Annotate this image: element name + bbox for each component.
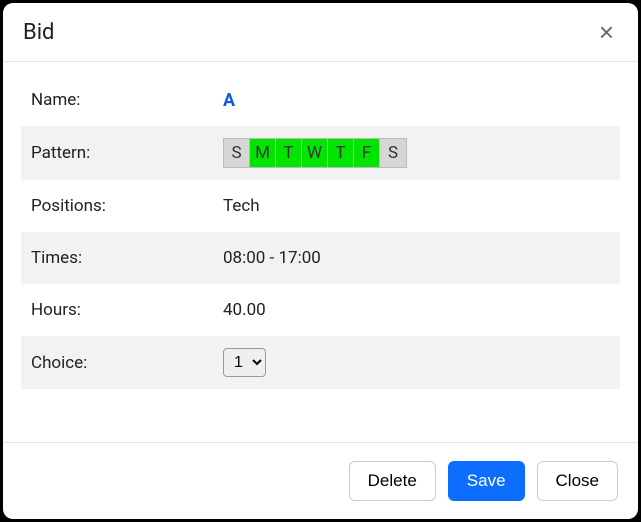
- pattern-value: SMTWTFS: [223, 138, 407, 168]
- row-hours: Hours: 40.00: [21, 284, 620, 336]
- day-cell: T: [276, 139, 302, 167]
- row-name: Name: A: [21, 74, 620, 126]
- name-label: Name:: [31, 90, 223, 110]
- pattern-label: Pattern:: [31, 143, 223, 163]
- row-times: Times: 08:00 - 17:00: [21, 232, 620, 284]
- day-cell: S: [380, 139, 406, 167]
- day-cell: T: [328, 139, 354, 167]
- day-cell: S: [224, 139, 250, 167]
- times-value: 08:00 - 17:00: [223, 248, 321, 268]
- save-button[interactable]: Save: [448, 461, 525, 501]
- choice-value: 1: [223, 348, 266, 377]
- day-cell: F: [354, 139, 380, 167]
- positions-label: Positions:: [31, 196, 223, 216]
- delete-button[interactable]: Delete: [349, 461, 436, 501]
- bid-modal: Bid × Name: A Pattern: SMTWTFS Positions…: [3, 3, 638, 519]
- row-positions: Positions: Tech: [21, 180, 620, 232]
- hours-label: Hours:: [31, 300, 223, 320]
- modal-footer: Delete Save Close: [3, 442, 638, 519]
- hours-value: 40.00: [223, 300, 266, 320]
- close-icon[interactable]: ×: [595, 19, 618, 45]
- positions-value: Tech: [223, 196, 260, 216]
- name-value: A: [223, 90, 235, 111]
- times-label: Times:: [31, 248, 223, 268]
- row-pattern: Pattern: SMTWTFS: [21, 126, 620, 180]
- day-pattern: SMTWTFS: [223, 138, 407, 168]
- choice-label: Choice:: [31, 353, 223, 373]
- row-choice: Choice: 1: [21, 336, 620, 389]
- modal-title: Bid: [23, 20, 54, 45]
- day-cell: M: [250, 139, 276, 167]
- close-button[interactable]: Close: [537, 461, 618, 501]
- day-cell: W: [302, 139, 328, 167]
- choice-select[interactable]: 1: [223, 348, 266, 377]
- modal-body: Name: A Pattern: SMTWTFS Positions: Tech…: [3, 62, 638, 442]
- modal-header: Bid ×: [3, 3, 638, 62]
